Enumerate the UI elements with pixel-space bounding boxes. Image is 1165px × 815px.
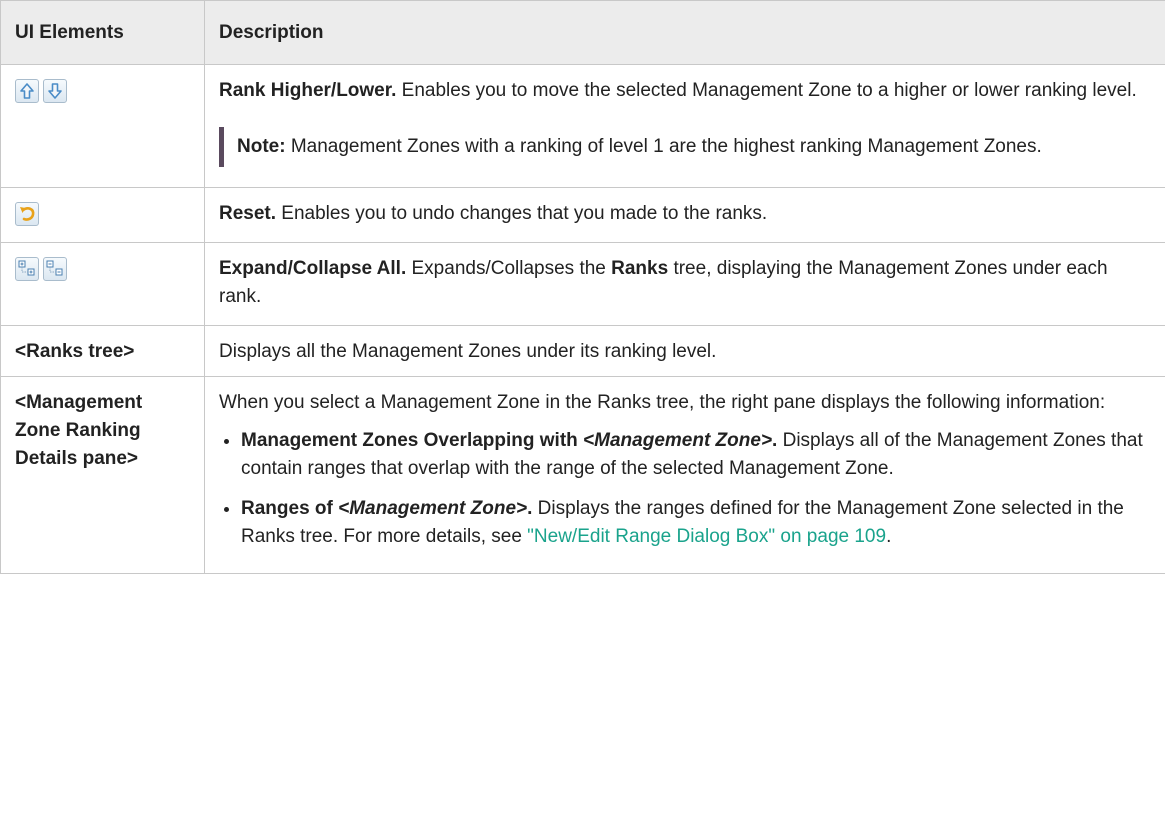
bullet-bold-italic: <Management Zone>: [583, 430, 773, 451]
arrow-up-icon: [15, 79, 39, 103]
bullet-bold: Management Zones Overlapping with: [241, 430, 584, 451]
ui-element-cell: [0, 187, 205, 243]
header-ui-elements: UI Elements: [0, 0, 205, 65]
table-row: <Ranks tree> Displays all the Management…: [0, 325, 1165, 377]
bullet-bold-italic: <Management Zone>: [338, 498, 528, 519]
element-desc: Expands/Collapses the: [406, 258, 612, 279]
table-row: <Management Zone Ranking Details pane> W…: [0, 376, 1165, 574]
header-description: Description: [204, 0, 1165, 65]
element-title: Reset.: [219, 203, 277, 224]
element-label: <Ranks tree>: [15, 341, 135, 362]
note-box: Note: Management Zones with a ranking of…: [219, 127, 1151, 167]
list-item: Ranges of <Management Zone>. Displays th…: [241, 495, 1151, 551]
ranks-bold: Ranks: [611, 258, 669, 279]
details-intro: When you select a Management Zone in the…: [219, 392, 1106, 413]
table-row: Expand/Collapse All. Expands/Collapses t…: [0, 242, 1165, 326]
element-label: <Management Zone Ranking Details pane>: [15, 392, 143, 469]
arrow-down-icon: [43, 79, 67, 103]
details-list: Management Zones Overlapping with <Manag…: [219, 427, 1151, 551]
bullet-tail: .: [886, 526, 892, 547]
table-header-row: UI Elements Description: [0, 0, 1165, 65]
collapse-all-icon: [43, 257, 67, 281]
list-item: Management Zones Overlapping with <Manag…: [241, 427, 1151, 483]
table-row: Rank Higher/Lower. Enables you to move t…: [0, 64, 1165, 188]
ui-element-cell: <Ranks tree>: [0, 325, 205, 377]
undo-icon: [15, 202, 39, 226]
ui-element-cell: [0, 64, 205, 188]
element-desc: Displays all the Management Zones under …: [219, 341, 717, 362]
element-desc: Enables you to move the selected Managem…: [396, 80, 1137, 101]
description-cell: Displays all the Management Zones under …: [204, 325, 1165, 377]
ui-elements-table: UI Elements Description Rank Higher/Lowe…: [0, 0, 1165, 574]
description-cell: Reset. Enables you to undo changes that …: [204, 187, 1165, 243]
note-text: Management Zones with a ranking of level…: [285, 136, 1042, 157]
element-title: Expand/Collapse All.: [219, 258, 407, 279]
expand-all-icon: [15, 257, 39, 281]
description-cell: Rank Higher/Lower. Enables you to move t…: [204, 64, 1165, 188]
note-label: Note:: [237, 136, 286, 157]
description-cell: When you select a Management Zone in the…: [204, 376, 1165, 574]
range-dialog-link[interactable]: "New/Edit Range Dialog Box" on page 109: [527, 526, 886, 547]
ui-element-cell: [0, 242, 205, 326]
element-desc: Enables you to undo changes that you mad…: [276, 203, 768, 224]
ui-element-cell: <Management Zone Ranking Details pane>: [0, 376, 205, 574]
bullet-bold: Ranges of: [241, 498, 339, 519]
element-title: Rank Higher/Lower.: [219, 80, 397, 101]
description-cell: Expand/Collapse All. Expands/Collapses t…: [204, 242, 1165, 326]
table-row: Reset. Enables you to undo changes that …: [0, 187, 1165, 243]
